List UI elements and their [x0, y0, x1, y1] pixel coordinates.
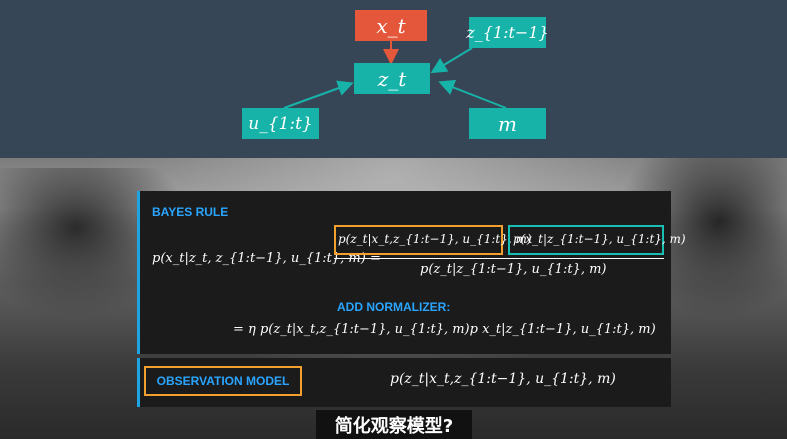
arrow-u-to-zt [283, 80, 354, 109]
node-x-t-label: x_t [376, 13, 406, 38]
node-m: m [469, 108, 546, 139]
arrow-m-to-zt [438, 79, 507, 109]
video-subtitle: 简化观察模型? [316, 410, 472, 439]
normalizer-header: ADD NORMALIZER: [337, 300, 451, 314]
denominator: p(z_t|z_{1:t−1}, u_{1:t}, m) [420, 262, 607, 277]
node-z-t-label: z_t [377, 66, 407, 91]
fraction-line [334, 258, 664, 259]
arrow-zprev-to-zt [430, 47, 473, 74]
node-z-t: z_t [354, 63, 430, 94]
node-u: u_{1:t} [242, 108, 319, 139]
numerator-prior: p(x_t|z_{1:t−1}, u_{1:t}, m) [513, 232, 686, 246]
normalized-expression: = η p(z_t|x_t,z_{1:t−1}, u_{1:t}, m)p x_… [233, 322, 656, 337]
node-z-prev: z_{1:t−1} [466, 17, 549, 48]
node-m-label: m [498, 111, 517, 136]
observation-model-label-text: OBSERVATION MODEL [156, 374, 290, 388]
observation-model-label: OBSERVATION MODEL [144, 366, 302, 396]
bayes-rule-header: BAYES RULE [152, 205, 229, 219]
numerator-observation: p(z_t|x_t,z_{1:t−1}, u_{1:t}, m) [338, 232, 532, 246]
node-x-t: x_t [355, 10, 427, 41]
observation-model-expression: p(z_t|x_t,z_{1:t−1}, u_{1:t}, m) [390, 371, 616, 387]
node-z-prev-label: z_{1:t−1} [466, 23, 549, 42]
video-subtitle-text: 简化观察模型? [334, 415, 454, 437]
node-u-label: u_{1:t} [248, 113, 313, 134]
